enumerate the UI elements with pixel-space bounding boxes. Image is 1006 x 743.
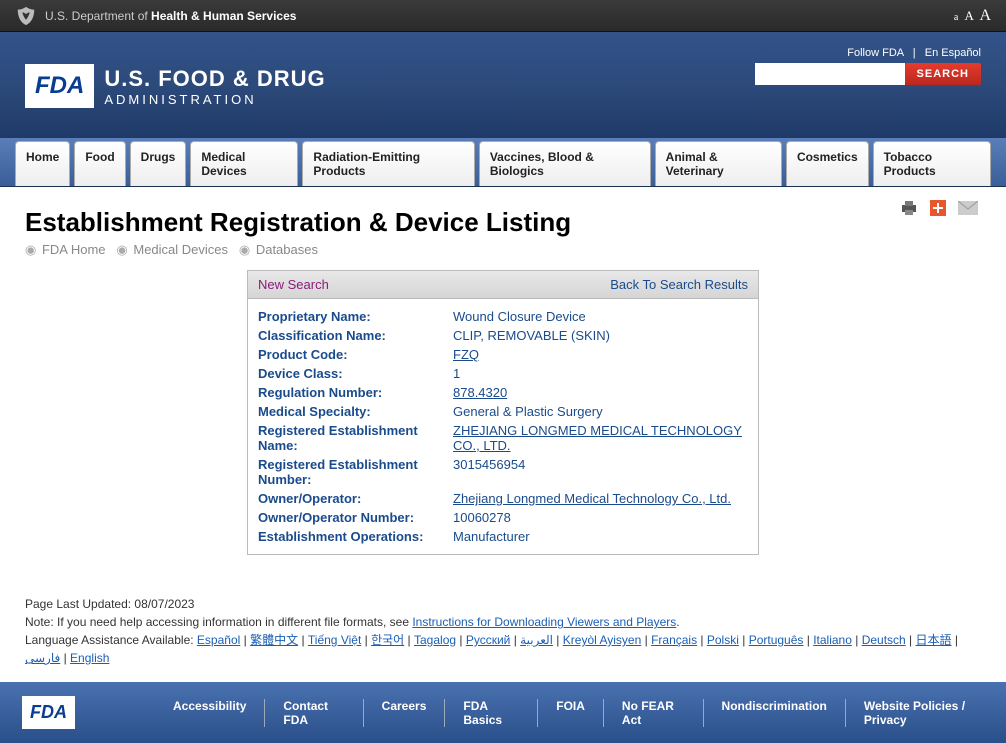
- row-establishment-number: Registered Establishment Number:30154569…: [258, 455, 748, 489]
- page-title: Establishment Registration & Device List…: [25, 207, 981, 238]
- fda-logo-block[interactable]: FDA U.S. FOOD & DRUG ADMINISTRATION: [25, 64, 326, 108]
- search-row: SEARCH: [755, 63, 981, 85]
- lang-link[interactable]: 日本語: [916, 633, 952, 647]
- language-assistance: Language Assistance Available: Español |…: [25, 631, 981, 667]
- bc-medical-devices[interactable]: Medical Devices: [133, 242, 228, 257]
- row-proprietary: Proprietary Name:Wound Closure Device: [258, 307, 748, 326]
- footer-foia[interactable]: FOIA: [538, 699, 604, 727]
- row-establishment-ops: Establishment Operations:Manufacturer: [258, 527, 748, 546]
- lang-link[interactable]: العربية: [520, 633, 553, 647]
- nav-drugs[interactable]: Drugs: [130, 141, 187, 186]
- lang-link[interactable]: Polski: [707, 633, 739, 647]
- nav-tobacco-products[interactable]: Tobacco Products: [873, 141, 991, 186]
- page-action-icons: [900, 200, 978, 216]
- establishment-name-link[interactable]: ZHEJIANG LONGMED MEDICAL TECHNOLOGY CO.,…: [453, 423, 742, 453]
- footer-website-policies-privacy[interactable]: Website Policies / Privacy: [846, 699, 1006, 727]
- product-code-link[interactable]: FZQ: [453, 347, 479, 362]
- main-nav: HomeFoodDrugsMedical DevicesRadiation-Em…: [0, 138, 1006, 187]
- row-device-class: Device Class:1: [258, 364, 748, 383]
- row-owner-operator: Owner/Operator:Zhejiang Longmed Medical …: [258, 489, 748, 508]
- email-icon[interactable]: [958, 201, 978, 215]
- lang-link[interactable]: Русский: [466, 633, 511, 647]
- dept-text: U.S. Department of Health & Human Servic…: [45, 9, 296, 23]
- nav-home[interactable]: Home: [15, 141, 70, 186]
- lang-link[interactable]: Deutsch: [862, 633, 906, 647]
- lang-link[interactable]: English: [70, 651, 109, 665]
- follow-links: Follow FDA | En Español: [755, 47, 981, 59]
- lang-link[interactable]: Tagalog: [414, 633, 456, 647]
- footer-accessibility[interactable]: Accessibility: [155, 699, 265, 727]
- font-small[interactable]: a: [954, 12, 958, 23]
- footer-fda-badge[interactable]: FDA: [22, 696, 75, 729]
- bc-databases[interactable]: Databases: [256, 242, 318, 257]
- header-right: Follow FDA | En Español SEARCH: [755, 47, 981, 85]
- search-input[interactable]: [755, 63, 905, 85]
- regulation-number-link[interactable]: 878.4320: [453, 385, 507, 400]
- follow-fda-link[interactable]: Follow FDA: [847, 47, 903, 59]
- search-button[interactable]: SEARCH: [905, 63, 981, 85]
- hhs-icon: [15, 5, 37, 27]
- page-updated: Page Last Updated: 08/07/2023: [25, 595, 981, 613]
- nav-food[interactable]: Food: [74, 141, 125, 186]
- bc-arrow-icon: ◉: [25, 242, 36, 257]
- print-icon[interactable]: [900, 200, 918, 216]
- back-to-results-link[interactable]: Back To Search Results: [610, 277, 748, 292]
- nav-vaccines-blood-biologics[interactable]: Vaccines, Blood & Biologics: [479, 141, 651, 186]
- footer-bar: FDA AccessibilityContact FDACareersFDA B…: [0, 682, 1006, 743]
- new-search-link[interactable]: New Search: [258, 277, 329, 292]
- bc-fda-home[interactable]: FDA Home: [42, 242, 106, 257]
- espanol-link[interactable]: En Español: [925, 47, 981, 59]
- lang-link[interactable]: Español: [197, 633, 240, 647]
- page-footer-info: Page Last Updated: 08/07/2023 Note: If y…: [0, 595, 1006, 682]
- breadcrumb: ◉ FDA Home ◉ Medical Devices ◉ Databases: [25, 242, 981, 258]
- nav-medical-devices[interactable]: Medical Devices: [190, 141, 298, 186]
- footer-contact-fda[interactable]: Contact FDA: [265, 699, 363, 727]
- device-databox: New Search Back To Search Results Propri…: [247, 270, 759, 555]
- lang-link[interactable]: 繁體中文: [250, 633, 298, 647]
- owner-operator-link[interactable]: Zhejiang Longmed Medical Technology Co.,…: [453, 491, 731, 506]
- databox-body: Proprietary Name:Wound Closure Device Cl…: [248, 299, 758, 554]
- row-classification: Classification Name:CLIP, REMOVABLE (SKI…: [258, 326, 748, 345]
- lang-link[interactable]: فارسی: [25, 651, 60, 665]
- font-size-controls: a A A: [951, 7, 991, 25]
- row-establishment-name: Registered Establishment Name:ZHEJIANG L…: [258, 421, 748, 455]
- row-medical-specialty: Medical Specialty:General & Plastic Surg…: [258, 402, 748, 421]
- footer-links: AccessibilityContact FDACareersFDA Basic…: [155, 699, 1006, 727]
- font-medium[interactable]: A: [965, 8, 974, 23]
- bc-arrow-icon: ◉: [239, 242, 250, 257]
- nav-animal-veterinary[interactable]: Animal & Veterinary: [655, 141, 782, 186]
- databox-header: New Search Back To Search Results: [248, 271, 758, 299]
- font-large[interactable]: A: [979, 7, 991, 24]
- fda-badge: FDA: [25, 64, 94, 108]
- row-product-code: Product Code:FZQ: [258, 345, 748, 364]
- fda-header: FDA U.S. FOOD & DRUG ADMINISTRATION Foll…: [0, 32, 1006, 138]
- lang-link[interactable]: Italiano: [813, 633, 852, 647]
- bc-arrow-icon: ◉: [116, 242, 127, 257]
- lang-link[interactable]: Français: [651, 633, 697, 647]
- nav-radiation-emitting-products[interactable]: Radiation-Emitting Products: [302, 141, 474, 186]
- footer-fda-basics[interactable]: FDA Basics: [445, 699, 538, 727]
- row-regulation-number: Regulation Number:878.4320: [258, 383, 748, 402]
- fda-title: U.S. FOOD & DRUG ADMINISTRATION: [104, 66, 325, 107]
- content: Establishment Registration & Device List…: [0, 187, 1006, 595]
- fda-title-line1: U.S. FOOD & DRUG: [104, 66, 325, 92]
- hhs-topbar: U.S. Department of Health & Human Servic…: [0, 0, 1006, 32]
- lang-link[interactable]: Tiếng Việt: [308, 633, 361, 647]
- viewers-link[interactable]: Instructions for Downloading Viewers and…: [412, 615, 676, 629]
- nav-cosmetics[interactable]: Cosmetics: [786, 141, 869, 186]
- row-owner-number: Owner/Operator Number:10060278: [258, 508, 748, 527]
- format-note: Note: If you need help accessing informa…: [25, 613, 981, 631]
- fda-title-line2: ADMINISTRATION: [104, 92, 325, 107]
- footer-nondiscrimination[interactable]: Nondiscrimination: [704, 699, 846, 727]
- lang-link[interactable]: Português: [749, 633, 804, 647]
- share-icon[interactable]: [930, 200, 946, 216]
- hhs-left: U.S. Department of Health & Human Servic…: [15, 5, 296, 27]
- footer-careers[interactable]: Careers: [364, 699, 446, 727]
- lang-link[interactable]: Kreyòl Ayisyen: [563, 633, 642, 647]
- lang-link[interactable]: 한국어: [371, 633, 404, 647]
- footer-no-fear-act[interactable]: No FEAR Act: [604, 699, 704, 727]
